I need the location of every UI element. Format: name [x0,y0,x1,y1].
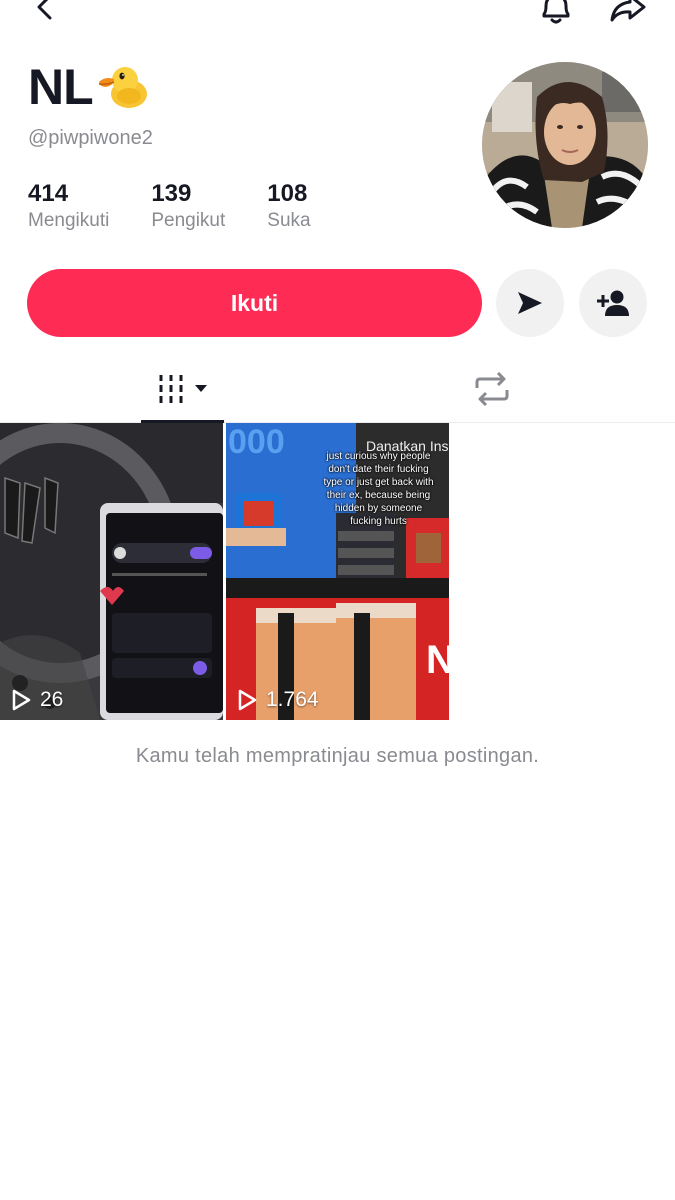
display-name-text: NL [28,59,94,115]
stat-label: Pengikut [151,210,226,231]
profile-stats: 414 Mengikuti 139 Pengikut 108 Suka [28,180,353,234]
stat-value: 139 [151,180,192,207]
end-of-posts-note: Kamu telah mempratinjau semua postingan. [135,745,540,767]
repost-icon [475,372,508,406]
view-count: 1.764 [236,688,319,712]
play-icon [12,689,31,711]
stat-label: Mengikuti [28,210,110,231]
display-name: NL [28,58,151,116]
view-count-text: 1.764 [266,688,319,711]
stat-likes[interactable]: 108 Suka [267,180,310,234]
videos-grid-icon [159,375,207,403]
username: @piwpiwone2 [28,127,153,149]
tab-videos[interactable] [141,355,224,423]
play-icon [238,689,257,711]
video-thumbnail[interactable]: 26 [0,423,223,720]
video-caption-overlay: just curious why people don't date their… [323,451,434,527]
tab-reposts[interactable] [450,355,533,423]
view-count: 26 [10,688,63,712]
share-icon[interactable] [608,0,648,24]
add-friend-button[interactable] [579,269,647,337]
follow-button[interactable]: Ikuti [27,269,482,337]
view-count-text: 26 [40,688,64,711]
add-user-icon [597,290,629,316]
bell-icon[interactable] [538,0,574,26]
video-thumbnail[interactable]: 000 Danatkan Insp N just curious why peo… [226,423,449,720]
stat-following[interactable]: 414 Mengikuti [28,180,109,234]
avatar-photo [482,62,648,228]
send-icon [518,292,542,314]
message-button[interactable] [496,269,564,337]
stat-value: 108 [267,180,308,207]
svg-text:N: N [426,638,449,682]
stat-followers[interactable]: 139 Pengikut [151,180,225,234]
content-tabs [0,355,675,423]
video-cover-image [0,423,223,720]
svg-text:000: 000 [228,423,285,461]
stat-label: Suka [267,210,311,231]
avatar[interactable] [482,62,648,228]
back-icon[interactable] [34,0,56,22]
duck-emoji-icon [98,67,147,108]
profile-page: NL @piwpiwone2 414 Mengikuti 139 Pengiku… [0,0,675,1200]
top-bar [0,0,675,30]
stat-value: 414 [28,180,69,207]
